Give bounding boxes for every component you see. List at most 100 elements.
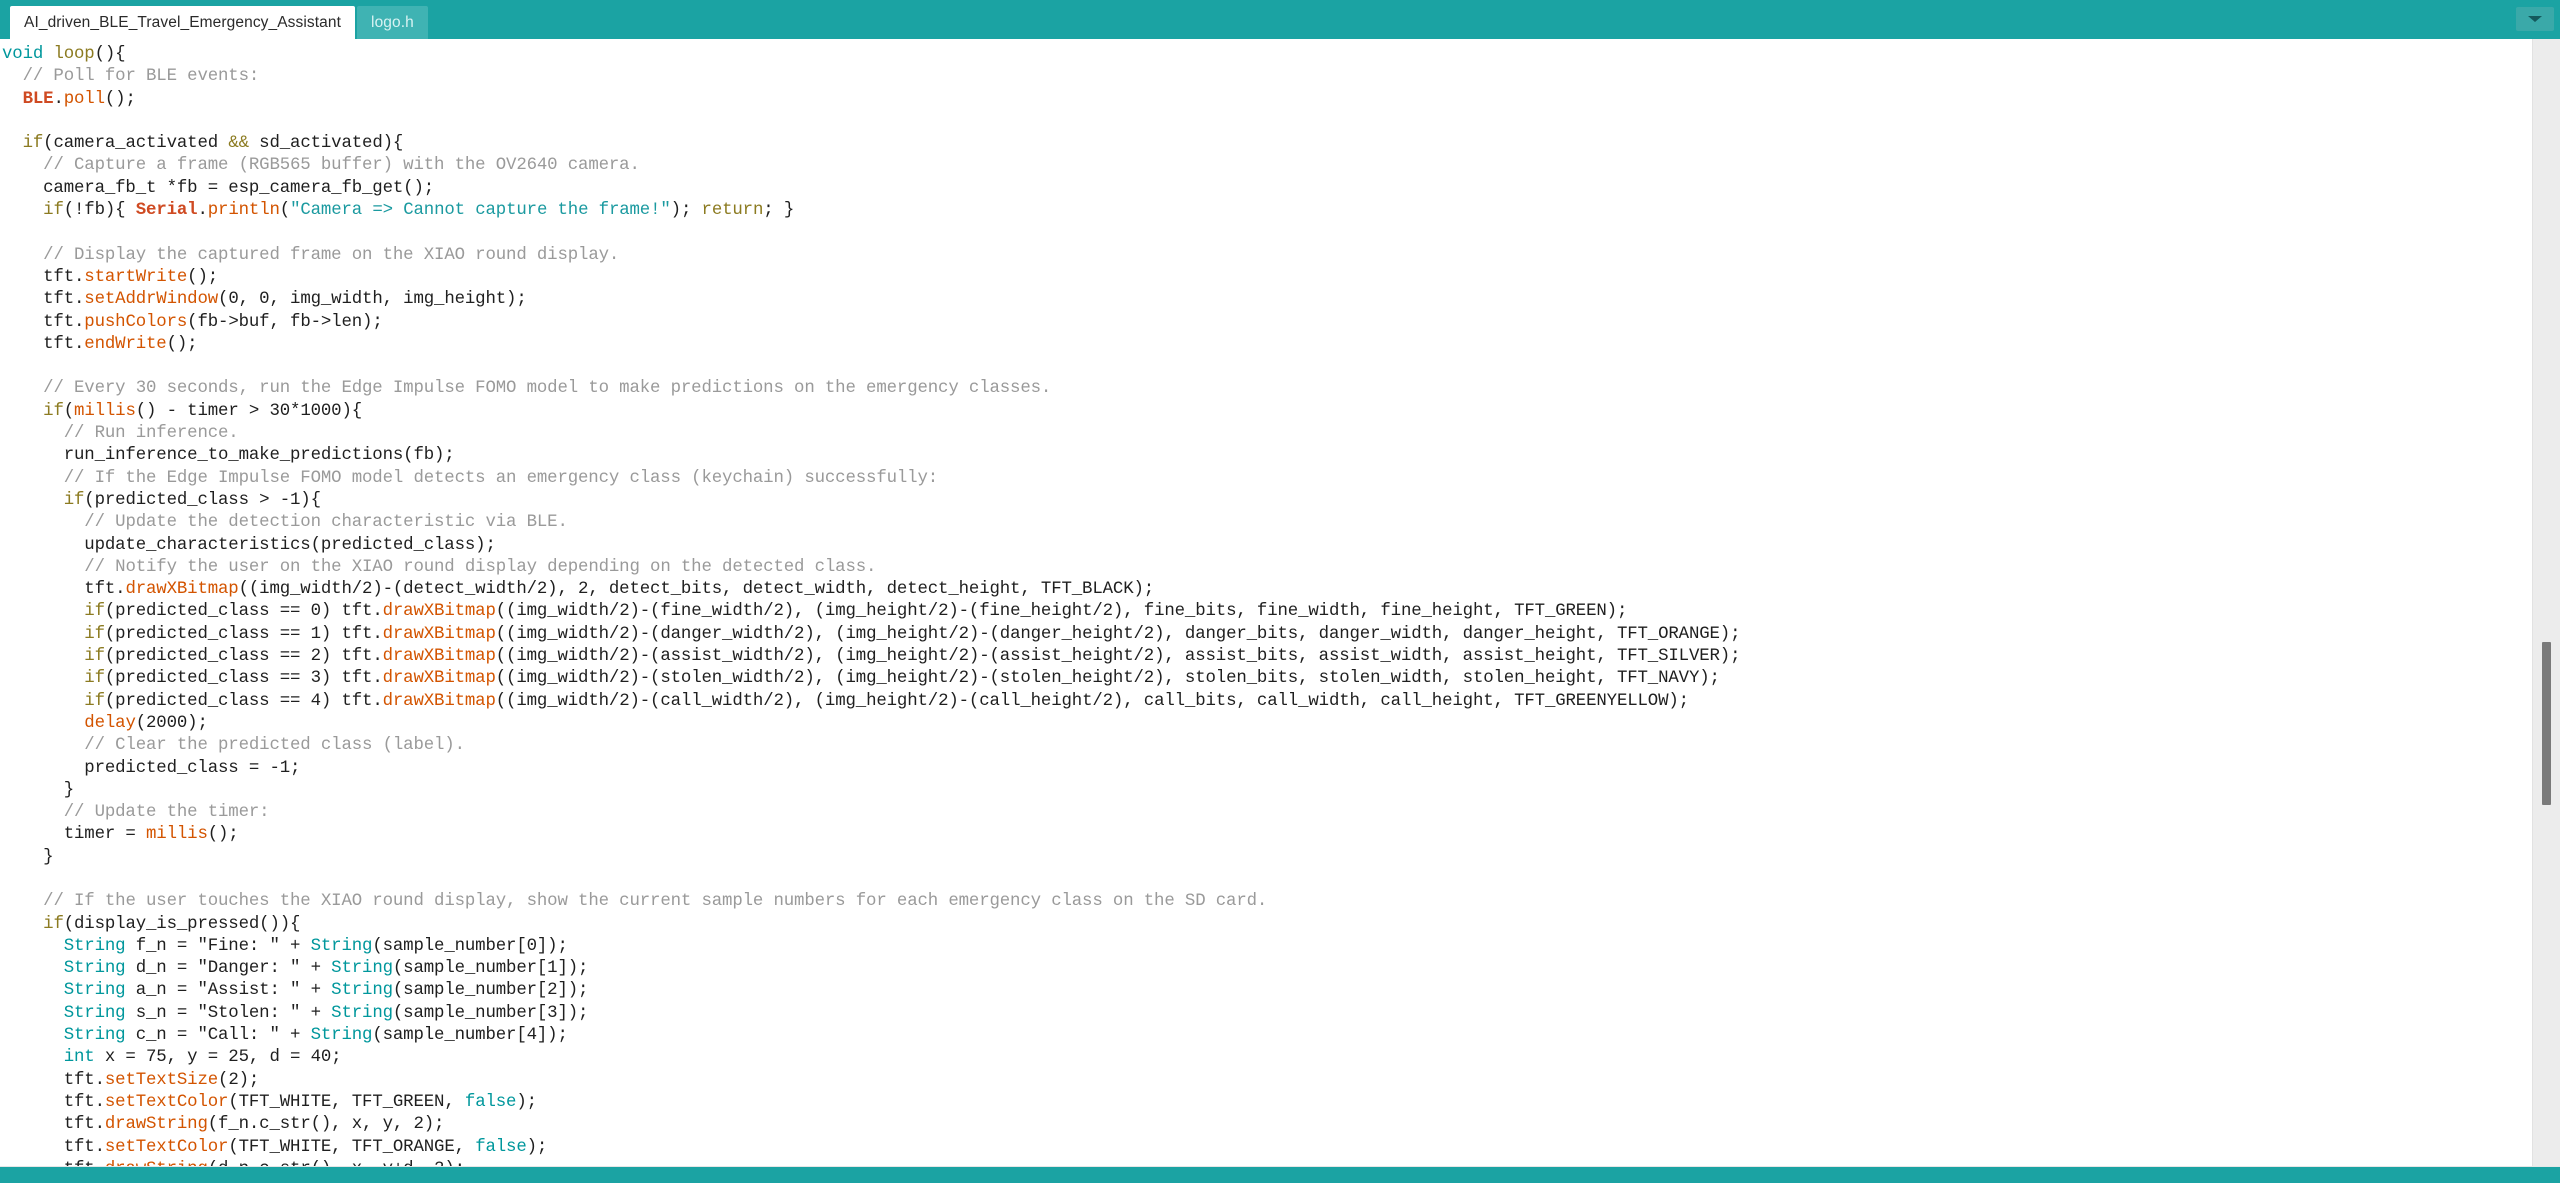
source-code[interactable]: void loop(){ // Poll for BLE events: BLE…	[0, 44, 2532, 1166]
code-token: tft.	[2, 1070, 105, 1090]
code-line: tft.pushColors(fb->buf, fb->len);	[2, 312, 2532, 334]
code-token: (fb->buf, fb->len);	[187, 312, 383, 332]
code-token: a_n = "Assist: " +	[125, 981, 332, 1001]
code-token: ((img_width/2)-(danger_width/2), (img_he…	[495, 624, 1741, 644]
code-line: if(predicted_class > -1){	[2, 490, 2532, 512]
code-token: "Camera => Cannot capture the frame!"	[290, 201, 671, 221]
code-token: drawXBitmap	[382, 647, 496, 667]
code-token: s_n = "Stolen: " +	[125, 1003, 332, 1023]
code-line: // Run inference.	[2, 423, 2532, 445]
code-token: (!fb){	[63, 201, 136, 221]
code-line: tft.endWrite();	[2, 334, 2532, 356]
code-token: drawString	[105, 1160, 208, 1166]
code-line: camera_fb_t *fb = esp_camera_fb_get();	[2, 178, 2532, 200]
code-line: tft.setTextColor(TFT_WHITE, TFT_ORANGE, …	[2, 1137, 2532, 1159]
code-line: // Notify the user on the XIAO round dis…	[2, 557, 2532, 579]
code-editor[interactable]: void loop(){ // Poll for BLE events: BLE…	[0, 39, 2532, 1166]
code-line: String f_n = "Fine: " + String(sample_nu…	[2, 936, 2532, 958]
code-token: // Display the captured frame on the XIA…	[43, 245, 620, 265]
code-token: tft.	[2, 1160, 105, 1166]
vertical-scrollbar-thumb[interactable]	[2542, 641, 2551, 806]
code-token: String	[310, 936, 373, 956]
code-line: String d_n = "Danger: " + String(sample_…	[2, 958, 2532, 980]
code-line: tft.startWrite();	[2, 267, 2532, 289]
code-token: String	[63, 1026, 126, 1046]
code-token: // Every 30 seconds, run the Edge Impuls…	[43, 379, 1052, 399]
tab-sketch-main[interactable]: AI_driven_BLE_Travel_Emergency_Assistant	[10, 6, 356, 39]
editor-area: void loop(){ // Poll for BLE events: BLE…	[0, 39, 2560, 1166]
code-line: // If the Edge Impulse FOMO model detect…	[2, 468, 2532, 490]
code-token: loop	[53, 45, 95, 64]
vertical-scrollbar[interactable]	[2532, 39, 2560, 1166]
code-token: // Capture a frame (RGB565 buffer) with …	[43, 156, 640, 176]
code-token: (predicted_class == 2) tft.	[104, 647, 383, 667]
code-token: (predicted_class == 3) tft.	[104, 669, 383, 689]
code-line: tft.setTextSize(2);	[2, 1070, 2532, 1092]
code-token: // Clear the predicted class (label).	[84, 736, 465, 756]
code-token: if	[43, 401, 64, 421]
code-line: if(camera_activated && sd_activated){	[2, 133, 2532, 155]
code-line: // Clear the predicted class (label).	[2, 735, 2532, 757]
code-line: BLE.poll();	[2, 89, 2532, 111]
code-token: setTextColor	[104, 1092, 229, 1112]
code-line: // Display the captured frame on the XIA…	[2, 245, 2532, 267]
code-token: predicted_class = -1;	[2, 758, 301, 778]
code-token: (){	[94, 45, 126, 64]
tab-label: logo.h	[371, 13, 414, 31]
code-token: (2000);	[135, 713, 208, 733]
code-token: tft.	[2, 1115, 105, 1135]
code-line: delay(2000);	[2, 713, 2532, 735]
code-token: sd_activated){	[248, 134, 404, 154]
code-token: );	[670, 201, 702, 221]
code-token: (sample_number[4]);	[372, 1026, 568, 1046]
code-line: if(millis() - timer > 30*1000){	[2, 401, 2532, 423]
code-token: if	[63, 490, 85, 510]
code-token: millis	[146, 825, 208, 845]
code-token: void	[2, 45, 44, 64]
code-token: startWrite	[84, 267, 188, 287]
tab-logo-h[interactable]: logo.h	[357, 6, 428, 39]
code-line: tft.drawXBitmap((img_width/2)-(detect_wi…	[2, 579, 2532, 601]
tab-label: AI_driven_BLE_Travel_Emergency_Assistant	[24, 13, 342, 31]
code-token: drawXBitmap	[382, 691, 496, 711]
code-token: if	[43, 201, 64, 221]
code-token: .	[197, 201, 208, 221]
code-token: ((img_width/2)-(stolen_width/2), (img_he…	[495, 669, 1720, 689]
code-token: (camera_activated	[43, 134, 229, 154]
code-token: Serial	[135, 201, 198, 221]
code-line: int x = 75, y = 25, d = 40;	[2, 1047, 2532, 1069]
code-token: false	[475, 1137, 527, 1157]
code-token: BLE	[22, 89, 54, 109]
code-line: String c_n = "Call: " + String(sample_nu…	[2, 1025, 2532, 1047]
code-token: if	[84, 647, 105, 667]
code-token: (predicted_class == 1) tft.	[104, 624, 383, 644]
code-line: tft.setAddrWindow(0, 0, img_width, img_h…	[2, 289, 2532, 311]
code-token: (predicted_class == 4) tft.	[104, 691, 383, 711]
code-token: setAddrWindow	[84, 290, 219, 310]
code-line: // If the user touches the XIAO round di…	[2, 891, 2532, 913]
code-token: run_inference_to_make_predictions(fb);	[2, 446, 455, 466]
code-token: tft.	[2, 1137, 105, 1157]
tab-overflow-menu-button[interactable]	[2516, 7, 2554, 31]
code-token: }	[2, 847, 54, 867]
code-token: (predicted_class > -1){	[84, 490, 321, 510]
code-line: String s_n = "Stolen: " + String(sample_…	[2, 1003, 2532, 1025]
code-token: );	[516, 1092, 537, 1112]
code-token: ((img_width/2)-(fine_width/2), (img_heig…	[495, 602, 1628, 622]
code-token: if	[84, 691, 105, 711]
code-token: millis	[74, 401, 136, 421]
code-token: String	[63, 936, 126, 956]
code-token: timer =	[2, 825, 147, 845]
